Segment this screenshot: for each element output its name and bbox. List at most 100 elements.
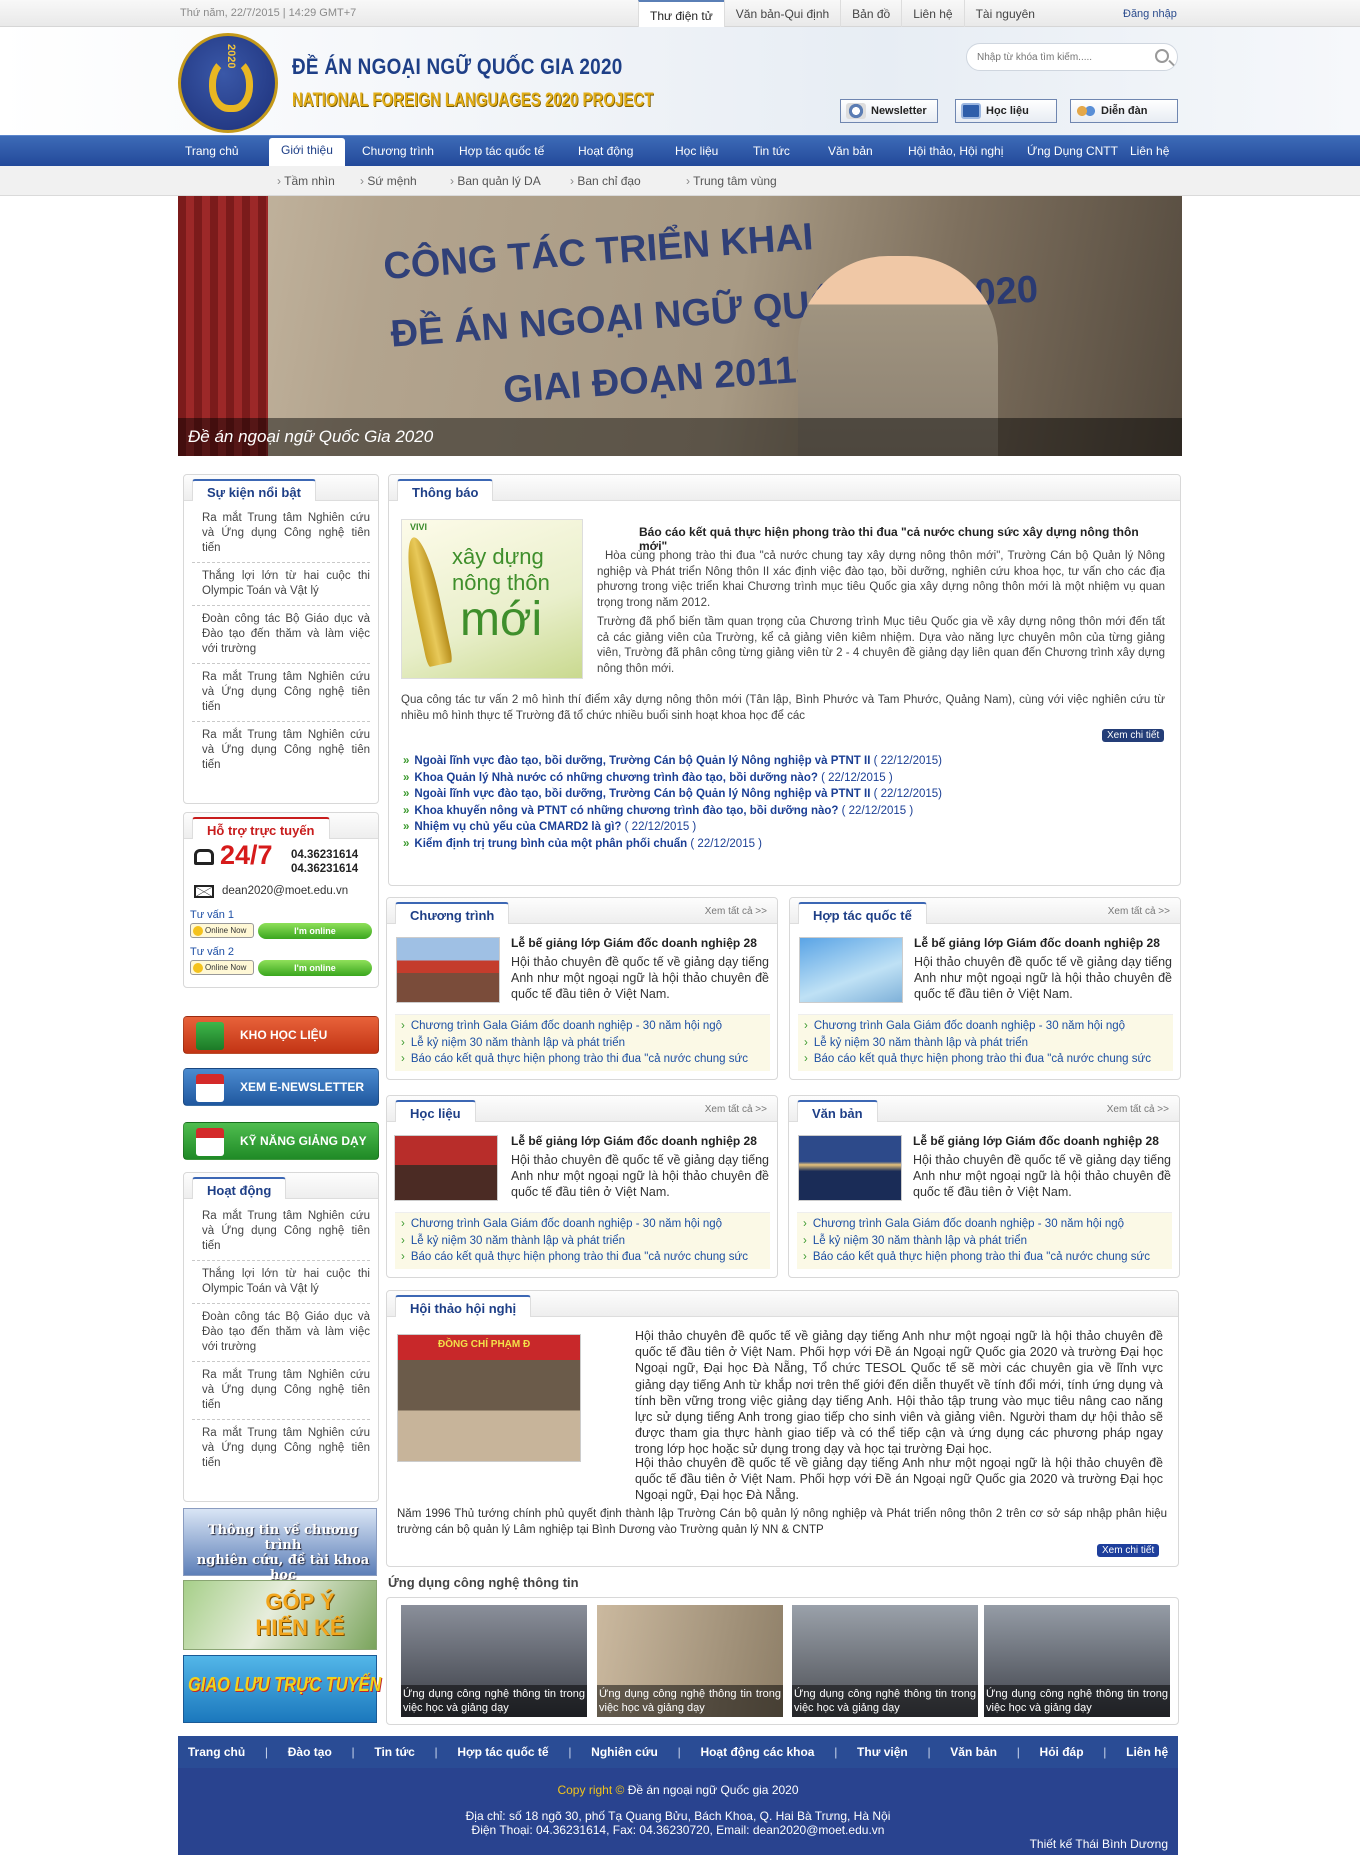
seminar-image[interactable]: ĐỒNG CHÍ PHẠM Đ — [397, 1334, 581, 1462]
new-rural-image[interactable]: VIVI xây dựng nông thôn mới — [401, 519, 583, 679]
footer-link[interactable]: Hoạt động các khoa — [700, 1745, 814, 1759]
event-item[interactable]: Ra mắt Trung tâm Nghiên cứu và Ứng dụng … — [192, 664, 370, 722]
article-thumbnail[interactable] — [799, 937, 903, 1003]
category-link[interactable]: Lễ kỷ niệm 30 năm thành lập và phát triể… — [804, 1035, 1167, 1052]
footer-link[interactable]: Nghiên cứu — [591, 1745, 658, 1759]
nav-contact[interactable]: Liên hệ — [1130, 144, 1169, 158]
article-thumbnail[interactable] — [394, 1135, 498, 1201]
notice-link[interactable]: Ngoài lĩnh vực đào tạo, bồi dưỡng, Trườn… — [403, 753, 1173, 770]
online-exchange-banner[interactable]: GIAO LƯU TRỰC TUYẾN — [183, 1655, 381, 1723]
article-title[interactable]: Lễ bế giảng lớp Giám đốc doanh nghiệp 28 — [511, 1134, 757, 1148]
nav-activities[interactable]: Hoạt động — [578, 144, 633, 158]
seminar-read-more-button[interactable]: Xem chi tiết — [1097, 1544, 1160, 1557]
category-link[interactable]: Báo cáo kết quả thực hiện phong trào thi… — [401, 1051, 764, 1068]
notice-link[interactable]: Nhiệm vụ chủ yếu của CMARD2 là gì? ( 22/… — [403, 819, 1173, 836]
hero-banner[interactable]: CÔNG TÁC TRIỂN KHAI ĐỀ ÁN NGOẠI NGỮ QUỐC… — [178, 196, 1182, 456]
subnav-management-board[interactable]: Ban quản lý DA — [450, 174, 540, 188]
category-link[interactable]: Lễ kỷ niệm 30 năm thành lập và phát triể… — [401, 1233, 764, 1250]
nav-about[interactable]: Giới thiệu — [269, 138, 345, 167]
activity-item[interactable]: Ra mắt Trung tâm Nghiên cứu và Ứng dụng … — [192, 1203, 370, 1261]
footer-link[interactable]: Hỏi đáp — [1040, 1745, 1084, 1759]
nav-materials[interactable]: Học liệu — [675, 144, 718, 158]
advisor-1-online-badge[interactable]: I'm online — [258, 923, 372, 939]
category-link[interactable]: Lễ kỷ niệm 30 năm thành lập và phát triể… — [401, 1035, 764, 1052]
view-all-link[interactable]: Xem tất cả >> — [1108, 906, 1170, 917]
subnav-regional-centers[interactable]: Trung tâm vùng — [686, 174, 777, 188]
feedback-banner[interactable]: GÓP Ý HIẾN KẾ — [183, 1580, 377, 1650]
footer-link[interactable]: Văn bản — [950, 1745, 997, 1759]
nav-news[interactable]: Tin tức — [753, 144, 790, 158]
research-info-banner[interactable]: Thông tin về chương trình nghiên cứu, đề… — [183, 1508, 377, 1583]
nav-documents[interactable]: Văn bản — [828, 144, 873, 158]
category-link[interactable]: Chương trình Gala Giám đốc doanh nghiệp … — [804, 1018, 1167, 1035]
image-brand: VIVI — [410, 522, 428, 532]
event-item[interactable]: Ra mắt Trung tâm Nghiên cứu và Ứng dụng … — [192, 722, 370, 779]
activity-item[interactable]: Thắng lợi lớn từ hai cuộc thi Olympic To… — [192, 1261, 370, 1304]
search-icon[interactable] — [1155, 49, 1169, 63]
footer-link[interactable]: Đào tạo — [288, 1745, 332, 1759]
search-input[interactable] — [977, 52, 1137, 63]
notice-link[interactable]: Kiểm định trị trung bình của một phân ph… — [403, 836, 1173, 853]
category-link[interactable]: Chương trình Gala Giám đốc doanh nghiệp … — [803, 1216, 1166, 1233]
category-link[interactable]: Báo cáo kết quả thực hiện phong trào thi… — [804, 1051, 1167, 1068]
article-title[interactable]: Lễ bế giảng lớp Giám đốc doanh nghiệp 28 — [914, 936, 1160, 950]
footer-link[interactable]: Tin tức — [374, 1745, 414, 1759]
teaching-skills-button[interactable]: KỸ NĂNG GIẢNG DẠY — [183, 1122, 379, 1160]
view-all-link[interactable]: Xem tất cả >> — [705, 906, 767, 917]
event-item[interactable]: Ra mắt Trung tâm Nghiên cứu và Ứng dụng … — [192, 505, 370, 563]
it-gallery-item[interactable]: Ứng dụng công nghệ thông tin trong việc … — [401, 1605, 587, 1717]
nav-programs[interactable]: Chương trình — [362, 144, 434, 158]
newsletter-button[interactable]: Newsletter — [840, 99, 938, 123]
category-link[interactable]: Lễ kỷ niệm 30 năm thành lập và phát triể… — [803, 1233, 1166, 1250]
category-link[interactable]: Chương trình Gala Giám đốc doanh nghiệp … — [401, 1216, 764, 1233]
nav-international[interactable]: Hợp tác quốc tế — [459, 144, 544, 158]
advisor-2-online-badge[interactable]: I'm online — [258, 960, 372, 976]
category-link[interactable]: Chương trình Gala Giám đốc doanh nghiệp … — [401, 1018, 764, 1035]
activity-item[interactable]: Ra mắt Trung tâm Nghiên cứu và Ứng dụng … — [192, 1420, 370, 1477]
forum-button[interactable]: Diễn đàn — [1070, 99, 1178, 123]
article-title[interactable]: Lễ bế giảng lớp Giám đốc doanh nghiệp 28 — [511, 936, 757, 950]
top-tab-contact[interactable]: Liên hệ — [901, 0, 963, 27]
it-gallery-item[interactable]: Ứng dụng công nghệ thông tin trong việc … — [792, 1605, 978, 1717]
top-tab-map[interactable]: Bản đồ — [840, 0, 901, 27]
view-all-link[interactable]: Xem tất cả >> — [705, 1104, 767, 1115]
materials-repository-button[interactable]: KHO HỌC LIỆU — [183, 1016, 379, 1054]
nav-it-applications[interactable]: Ứng Dụng CNTT — [1027, 144, 1118, 158]
footer-navigation: Trang chủ | Đào tạo | Tin tức | Hợp tác quố… — [178, 1736, 1178, 1768]
top-tab-email[interactable]: Thư điện tử — [638, 0, 724, 27]
notice-link[interactable]: Khoa khuyến nông và PTNT có những chương… — [403, 803, 1173, 820]
top-tab-documents[interactable]: Văn bản-Qui định — [723, 0, 840, 27]
view-all-link[interactable]: Xem tất cả >> — [1107, 1104, 1169, 1115]
activity-item[interactable]: Đoàn công tác Bộ Giáo dục và Đào tạo đến… — [192, 1304, 370, 1362]
article-title[interactable]: Lễ bế giảng lớp Giám đốc doanh nghiệp 28 — [913, 1134, 1159, 1148]
nav-home[interactable]: Trang chủ — [185, 144, 239, 158]
it-gallery-item[interactable]: Ứng dụng công nghệ thông tin trong việc … — [984, 1605, 1170, 1717]
article-thumbnail[interactable] — [798, 1135, 902, 1201]
category-link[interactable]: Báo cáo kết quả thực hiện phong trào thi… — [401, 1249, 764, 1266]
footer-link[interactable]: Liên hệ — [1126, 1745, 1168, 1759]
e-newsletter-button[interactable]: XEM E-NEWSLETTER — [183, 1068, 379, 1106]
notice-read-more-button[interactable]: Xem chi tiết — [1102, 729, 1165, 742]
learning-materials-button[interactable]: Học liệu — [955, 99, 1057, 123]
notice-link[interactable]: Ngoài lĩnh vực đào tạo, bồi dưỡng, Trườn… — [403, 786, 1173, 803]
nav-seminars[interactable]: Hội thảo, Hội nghị — [908, 144, 1003, 158]
activity-item[interactable]: Ra mắt Trung tâm Nghiên cứu và Ứng dụng … — [192, 1362, 370, 1420]
login-link[interactable]: Đăng nhập — [1123, 8, 1177, 20]
logo[interactable]: 2020 — [178, 33, 278, 133]
footer-link[interactable]: Hợp tác quốc tế — [457, 1745, 548, 1759]
top-tab-resources[interactable]: Tài nguyên — [963, 0, 1046, 27]
advisor-1-status[interactable]: Online Now — [190, 923, 254, 938]
event-item[interactable]: Thắng lợi lớn từ hai cuộc thi Olympic To… — [192, 563, 370, 606]
category-link[interactable]: Báo cáo kết quả thực hiện phong trào thi… — [803, 1249, 1166, 1266]
subnav-steering-committee[interactable]: Ban chỉ đạo — [570, 174, 640, 188]
event-item[interactable]: Đoàn công tác Bộ Giáo dục và Đào tạo đến… — [192, 606, 370, 664]
article-thumbnail[interactable] — [396, 937, 500, 1003]
subnav-vision[interactable]: Tầm nhìn — [277, 174, 335, 188]
notice-link[interactable]: Khoa Quản lý Nhà nước có những chương tr… — [403, 770, 1173, 787]
advisor-2-status[interactable]: Online Now — [190, 960, 254, 975]
subnav-mission[interactable]: Sứ mệnh — [360, 174, 416, 188]
support-email[interactable]: dean2020@moet.edu.vn — [222, 885, 348, 897]
footer-link[interactable]: Trang chủ — [188, 1745, 245, 1759]
it-gallery-item[interactable]: Ứng dụng công nghệ thông tin trong việc … — [597, 1605, 783, 1717]
footer-link[interactable]: Thư viện — [857, 1745, 908, 1759]
